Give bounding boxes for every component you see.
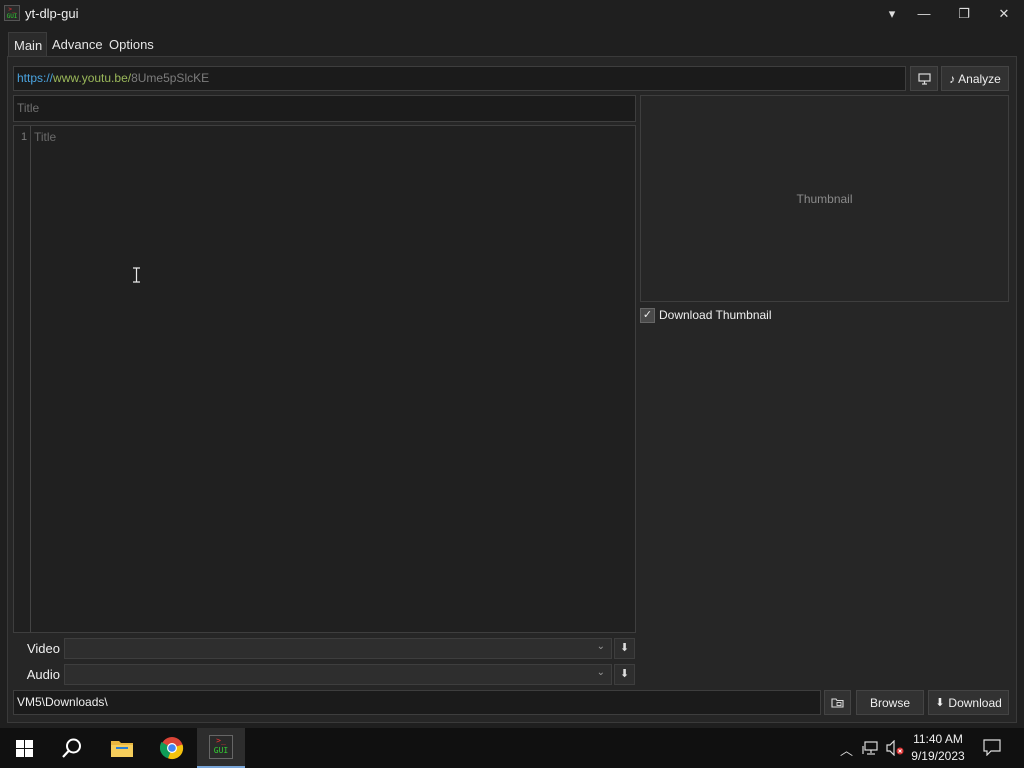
file-explorer-button[interactable] bbox=[98, 728, 146, 768]
download-label: Download bbox=[948, 695, 1002, 710]
close-button[interactable]: ✕ bbox=[984, 0, 1024, 27]
clock-time: 11:40 AM bbox=[913, 732, 963, 746]
audio-label: Audio bbox=[26, 667, 60, 682]
analyze-icon: ♪ bbox=[949, 71, 956, 86]
line-gutter: 1 bbox=[14, 126, 31, 632]
chevron-up-icon[interactable]: ︿ bbox=[840, 740, 853, 759]
download-button[interactable]: ⬇ Download bbox=[928, 690, 1009, 715]
app-logo-icon: >_ GUI bbox=[4, 5, 20, 21]
notifications-icon[interactable] bbox=[983, 739, 1001, 756]
start-button[interactable] bbox=[0, 728, 48, 768]
audio-format-select[interactable]: ⌄ bbox=[64, 664, 612, 685]
taskbar: >_ GUI ︿ 11:40 AM 9/19/2023 bbox=[0, 728, 1024, 768]
video-label: Video bbox=[26, 641, 60, 656]
thumbnail-label: Thumbnail bbox=[796, 191, 853, 206]
text-cursor-icon bbox=[133, 267, 140, 283]
analyze-label: Analyze bbox=[958, 71, 1001, 86]
minimize-button[interactable]: — bbox=[904, 0, 944, 27]
clock-date: 9/19/2023 bbox=[911, 749, 965, 763]
download-icon: ⬇ bbox=[619, 668, 630, 680]
tab-advance[interactable]: Advance bbox=[47, 32, 108, 57]
editor-placeholder: Title bbox=[34, 130, 57, 144]
tab-options[interactable]: Options bbox=[104, 32, 159, 57]
download-thumbnail-option[interactable]: ✓ Download Thumbnail bbox=[640, 307, 772, 323]
search-button[interactable] bbox=[48, 728, 96, 768]
title-input[interactable]: Title bbox=[13, 95, 636, 122]
video-download-button[interactable]: ⬇ bbox=[614, 638, 635, 659]
analyze-button[interactable]: ♪ Analyze bbox=[941, 66, 1009, 91]
maximize-button[interactable]: ❐ bbox=[944, 0, 984, 27]
url-path: 8Ume5pSlcKE bbox=[131, 71, 210, 85]
thumbnail-preview: Thumbnail bbox=[640, 95, 1009, 302]
chrome-button[interactable] bbox=[148, 728, 196, 768]
browse-button[interactable]: Browse bbox=[856, 690, 924, 715]
window-title: yt-dlp-gui bbox=[25, 6, 79, 21]
url-input[interactable]: https://www.youtu.be/8Ume5pSlcKE bbox=[13, 66, 906, 91]
download-path-input[interactable]: VM5\Downloads\ bbox=[13, 690, 821, 715]
open-folder-button[interactable] bbox=[824, 690, 851, 715]
monitor-icon bbox=[917, 72, 931, 85]
audio-download-button[interactable]: ⬇ bbox=[614, 664, 635, 685]
chrome-icon bbox=[160, 737, 184, 760]
monitor-button[interactable] bbox=[910, 66, 938, 91]
url-scheme: https:// bbox=[17, 71, 54, 85]
video-format-select[interactable]: ⌄ bbox=[64, 638, 612, 659]
line-number: 1 bbox=[21, 131, 28, 143]
download-icon: ⬇ bbox=[935, 697, 945, 709]
yt-dlp-gui-taskbar-button[interactable]: >_ GUI bbox=[197, 728, 245, 768]
folder-icon bbox=[111, 741, 133, 757]
chevron-down-icon: ⌄ bbox=[596, 641, 605, 652]
network-icon[interactable] bbox=[862, 740, 880, 756]
volume-muted-icon[interactable] bbox=[886, 740, 904, 756]
folder-icon bbox=[831, 698, 844, 708]
windows-logo-icon bbox=[15, 739, 33, 757]
chevron-down-icon: ⌄ bbox=[596, 667, 605, 678]
download-icon: ⬇ bbox=[619, 642, 630, 654]
search-icon bbox=[62, 738, 81, 758]
download-thumbnail-checkbox[interactable]: ✓ bbox=[640, 307, 655, 323]
url-domain: www.youtu.be/ bbox=[53, 71, 132, 85]
app-window: >_ GUI yt-dlp-gui ▾ — ❐ ✕ Main Advance Op… bbox=[0, 0, 1024, 728]
system-clock[interactable]: 11:40 AM 9/19/2023 bbox=[904, 731, 972, 765]
download-thumbnail-label: Download Thumbnail bbox=[659, 308, 772, 322]
description-editor[interactable]: 1 Title bbox=[13, 125, 636, 633]
tab-main[interactable]: Main bbox=[8, 32, 47, 57]
title-bar: >_ GUI yt-dlp-gui ▾ — ❐ ✕ bbox=[0, 0, 1024, 27]
app-logo-icon: >_ GUI bbox=[209, 735, 233, 759]
